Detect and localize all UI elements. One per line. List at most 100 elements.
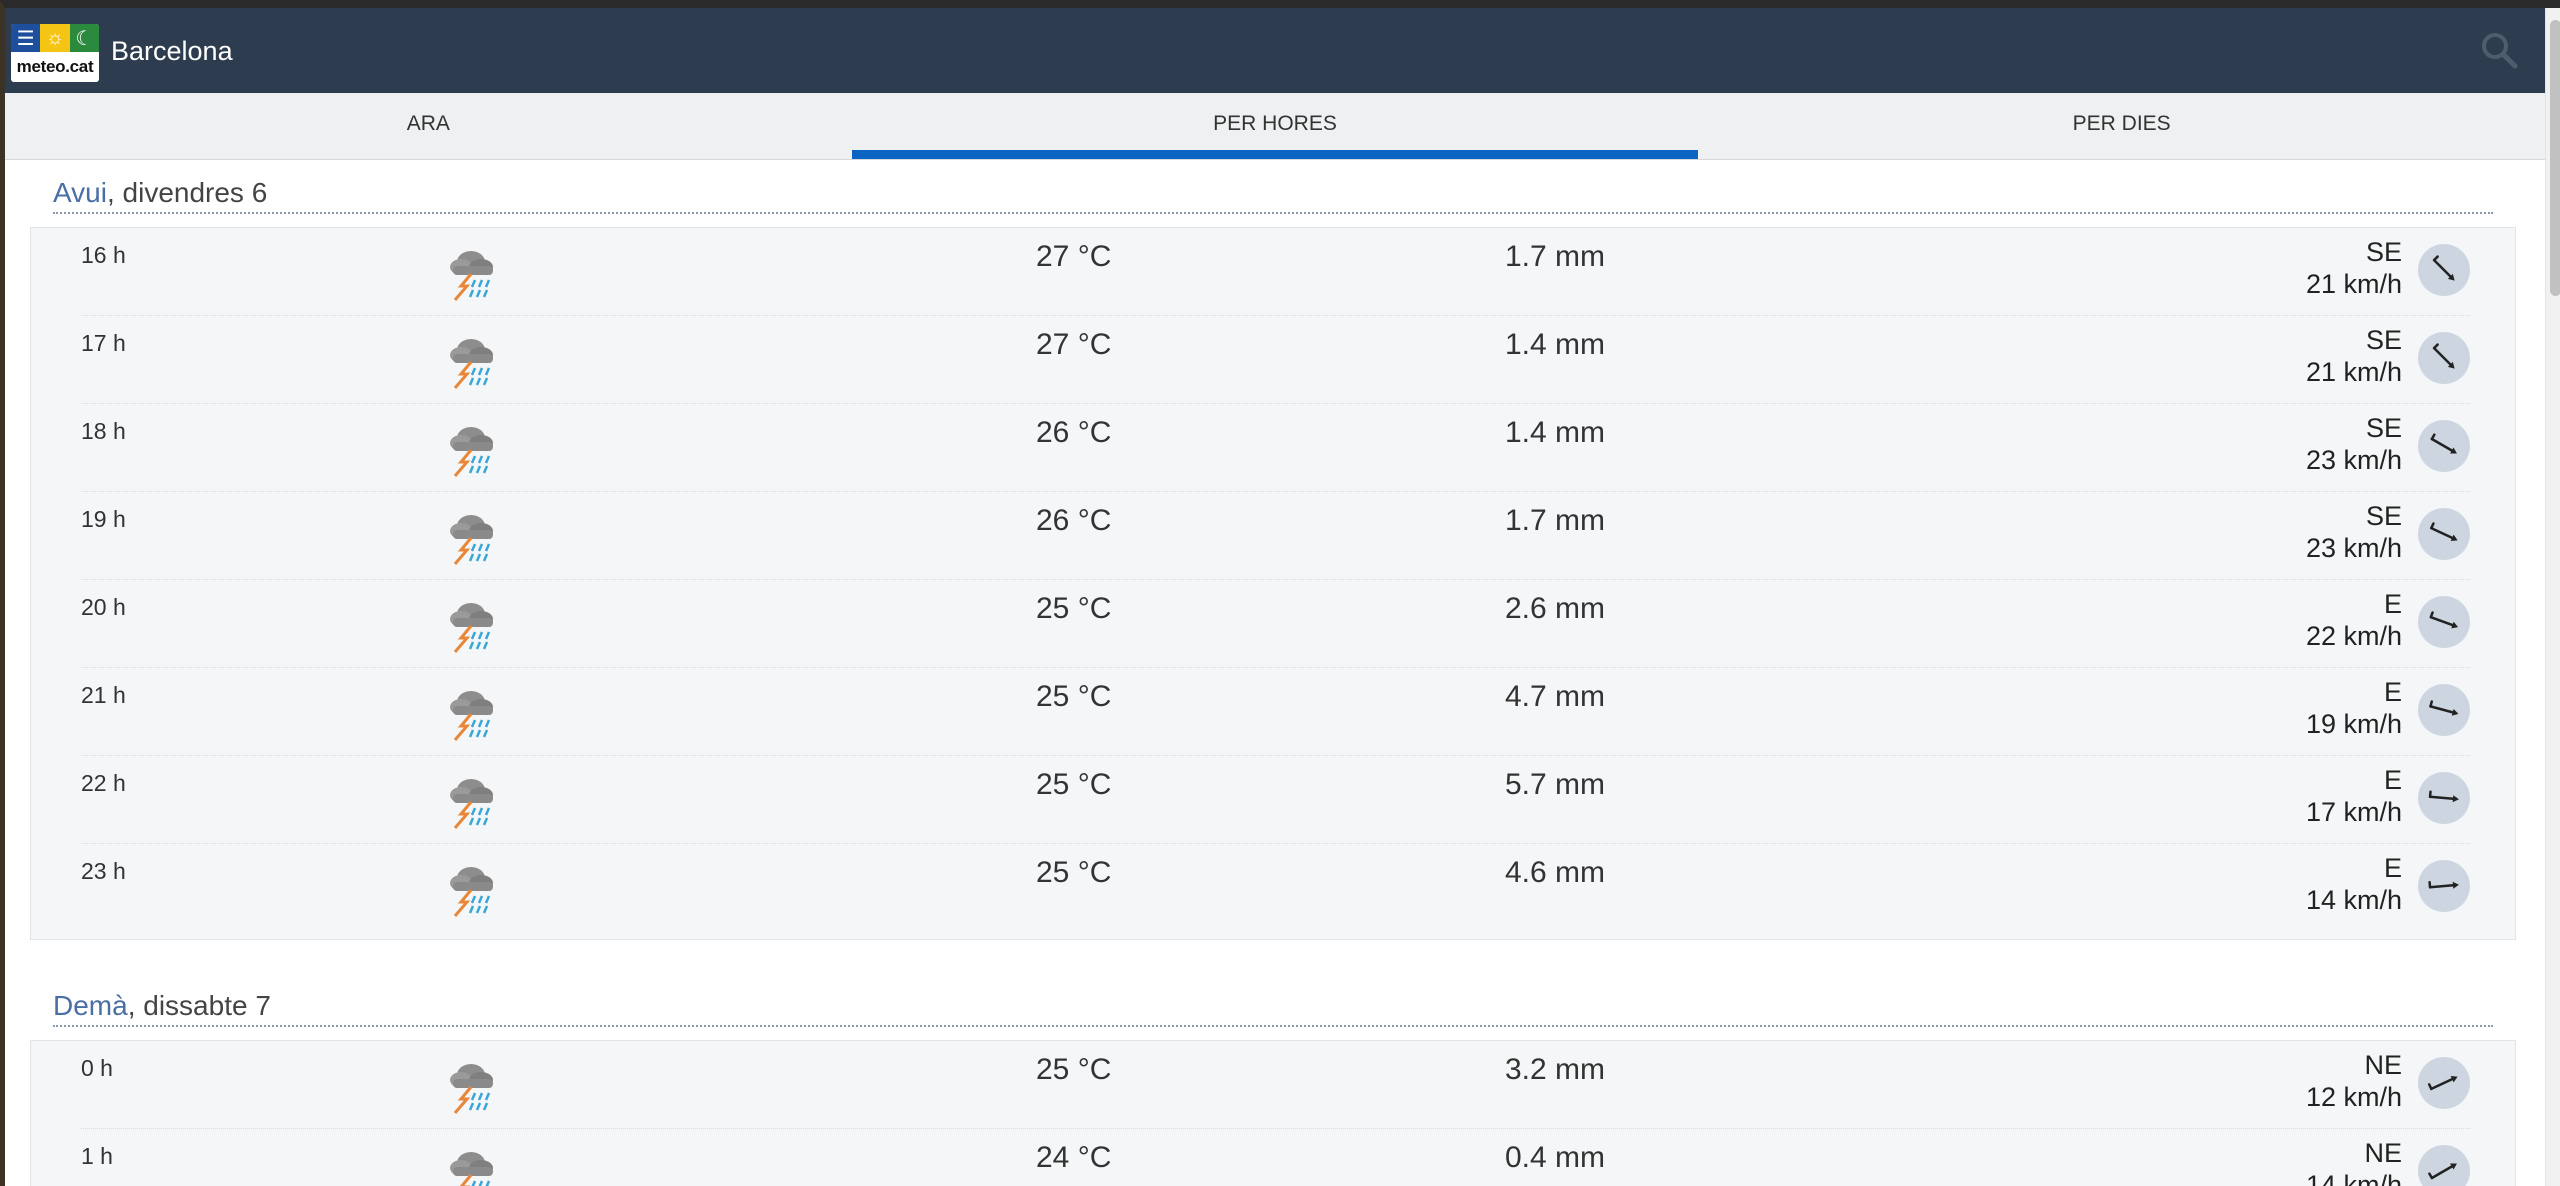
tab-ara[interactable]: ARA <box>5 93 852 159</box>
thunderstorm-rain-icon <box>441 768 503 830</box>
wind-direction: E <box>2383 589 2402 619</box>
thunderstorm-rain-icon <box>441 416 503 478</box>
hour-row[interactable]: 20 h 25 °C 2.6 mm E 22 km/h <box>81 580 2470 668</box>
temperature-value: 26 °C <box>1036 416 1112 449</box>
hour-row[interactable]: 22 h 25 °C 5.7 mm E 17 km/h <box>81 756 2470 844</box>
scrollbar-thumb[interactable] <box>2550 20 2560 296</box>
wind-direction: SE <box>2365 413 2402 443</box>
wind-info: E 17 km/h <box>2306 764 2402 828</box>
temperature-value: 27 °C <box>1036 240 1112 273</box>
precipitation-value: 1.4 mm <box>1505 328 1606 361</box>
precipitation-value: 3.2 mm <box>1505 1053 1606 1086</box>
wind-speed: 22 km/h <box>2305 621 2402 651</box>
wind-direction: E <box>2383 765 2402 795</box>
wind-direction-arrow-icon <box>2418 244 2470 296</box>
day-date: , divendres 6 <box>106 177 268 208</box>
wind-info: E 22 km/h <box>2306 588 2402 652</box>
hour-label: 17 h <box>81 330 126 356</box>
wind-info: SE 23 km/h <box>2306 500 2402 564</box>
hourly-panel-today: 16 h 27 °C 1.7 mm SE 21 km/h 17 h 27 °C 1.4 mm S… <box>30 227 2516 940</box>
wind-info: NE 14 km/h <box>2306 1137 2402 1186</box>
precipitation-value: 4.7 mm <box>1505 680 1606 713</box>
wind-direction: NE <box>2364 1138 2402 1168</box>
hour-row[interactable]: 18 h 26 °C 1.4 mm SE 23 km/h <box>81 404 2470 492</box>
menu-icon: ☰ <box>11 24 41 52</box>
hour-label: 19 h <box>81 506 126 532</box>
view-tabs: ARA PER HORES PER DIES <box>5 93 2545 160</box>
hour-label: 18 h <box>81 418 126 444</box>
hour-row[interactable]: 1 h 24 °C 0.4 mm NE 14 km/h <box>81 1129 2470 1186</box>
wind-direction-arrow-icon <box>2418 1057 2470 1109</box>
wind-speed: 21 km/h <box>2305 269 2402 299</box>
wind-speed: 21 km/h <box>2305 357 2402 387</box>
logo-text: meteo.cat <box>16 57 94 76</box>
wind-speed: 23 km/h <box>2305 533 2402 563</box>
day-link-avui[interactable]: Avui <box>53 177 107 209</box>
thunderstorm-rain-icon <box>441 504 503 566</box>
day-link-dema[interactable]: Demà <box>53 990 128 1022</box>
temperature-value: 25 °C <box>1036 680 1112 713</box>
hour-label: 23 h <box>81 858 126 884</box>
wind-direction-arrow-icon <box>2418 332 2470 384</box>
wind-direction: E <box>2383 677 2402 707</box>
hour-row[interactable]: 23 h 25 °C 4.6 mm E 14 km/h <box>81 844 2470 932</box>
wind-direction: SE <box>2365 237 2402 267</box>
hour-label: 0 h <box>81 1055 113 1081</box>
hour-row[interactable]: 17 h 27 °C 1.4 mm SE 21 km/h <box>81 316 2470 404</box>
hour-label: 20 h <box>81 594 126 620</box>
wind-speed: 17 km/h <box>2305 797 2402 827</box>
wind-speed: 23 km/h <box>2305 445 2402 475</box>
temperature-value: 25 °C <box>1036 592 1112 625</box>
day-header-today: Avui , divendres 6 <box>53 172 2493 214</box>
wind-direction-arrow-icon <box>2418 772 2470 824</box>
wind-speed: 12 km/h <box>2305 1082 2402 1112</box>
temperature-value: 25 °C <box>1036 1053 1112 1086</box>
wind-speed: 14 km/h <box>2305 1170 2402 1186</box>
thunderstorm-rain-icon <box>441 1053 503 1115</box>
hour-row[interactable]: 19 h 26 °C 1.7 mm SE 23 km/h <box>81 492 2470 580</box>
temperature-value: 26 °C <box>1036 504 1112 537</box>
city-name: Barcelona <box>111 36 233 66</box>
hour-row[interactable]: 0 h 25 °C 3.2 mm NE 12 km/h <box>81 1041 2470 1129</box>
hour-label: 1 h <box>81 1143 113 1169</box>
app-header: ☰ ☼ ☾ meteo.cat Barcelona <box>5 8 2545 93</box>
precipitation-value: 0.4 mm <box>1505 1141 1606 1174</box>
sun-icon: ☼ <box>40 24 70 52</box>
wind-direction: E <box>2383 853 2402 883</box>
thunderstorm-rain-icon <box>441 592 503 654</box>
precipitation-value: 1.4 mm <box>1505 416 1606 449</box>
tab-label: PER DIES <box>2072 112 2171 135</box>
wind-direction-arrow-icon <box>2418 420 2470 472</box>
temperature-value: 25 °C <box>1036 768 1112 801</box>
temperature-value: 24 °C <box>1036 1141 1112 1174</box>
wind-info: NE 12 km/h <box>2306 1049 2402 1113</box>
wind-direction-arrow-icon <box>2418 508 2470 560</box>
wind-speed: 14 km/h <box>2305 885 2402 915</box>
tab-per-dies[interactable]: PER DIES <box>1698 93 2545 159</box>
browser-viewport: ☰ ☼ ☾ meteo.cat Barcelona ARA PER HORES … <box>0 0 2560 1186</box>
wind-info: E 14 km/h <box>2306 852 2402 916</box>
wind-speed: 19 km/h <box>2305 709 2402 739</box>
tab-per-hores[interactable]: PER HORES <box>851 93 1699 159</box>
meteocat-logo[interactable]: ☰ ☼ ☾ meteo.cat <box>11 24 99 82</box>
hour-row[interactable]: 21 h 25 °C 4.7 mm E 19 km/h <box>81 668 2470 756</box>
wind-direction-arrow-icon <box>2418 860 2470 912</box>
wind-direction-arrow-icon <box>2418 684 2470 736</box>
precipitation-value: 1.7 mm <box>1505 504 1606 537</box>
precipitation-value: 2.6 mm <box>1505 592 1606 625</box>
wind-direction: SE <box>2365 501 2402 531</box>
thunderstorm-rain-icon <box>441 328 503 390</box>
tab-label: ARA <box>406 112 450 135</box>
page-scrollbar[interactable] <box>2545 8 2560 1186</box>
wind-direction: NE <box>2364 1050 2402 1080</box>
precipitation-value: 1.7 mm <box>1505 240 1606 273</box>
wind-info: SE 21 km/h <box>2306 324 2402 388</box>
search-icon[interactable] <box>2479 30 2519 70</box>
wind-info: E 19 km/h <box>2306 676 2402 740</box>
wind-direction: SE <box>2365 325 2402 355</box>
wind-info: SE 23 km/h <box>2306 412 2402 476</box>
hour-label: 16 h <box>81 242 126 268</box>
hour-row[interactable]: 16 h 27 °C 1.7 mm SE 21 km/h <box>81 228 2470 316</box>
precipitation-value: 5.7 mm <box>1505 768 1606 801</box>
temperature-value: 27 °C <box>1036 328 1112 361</box>
